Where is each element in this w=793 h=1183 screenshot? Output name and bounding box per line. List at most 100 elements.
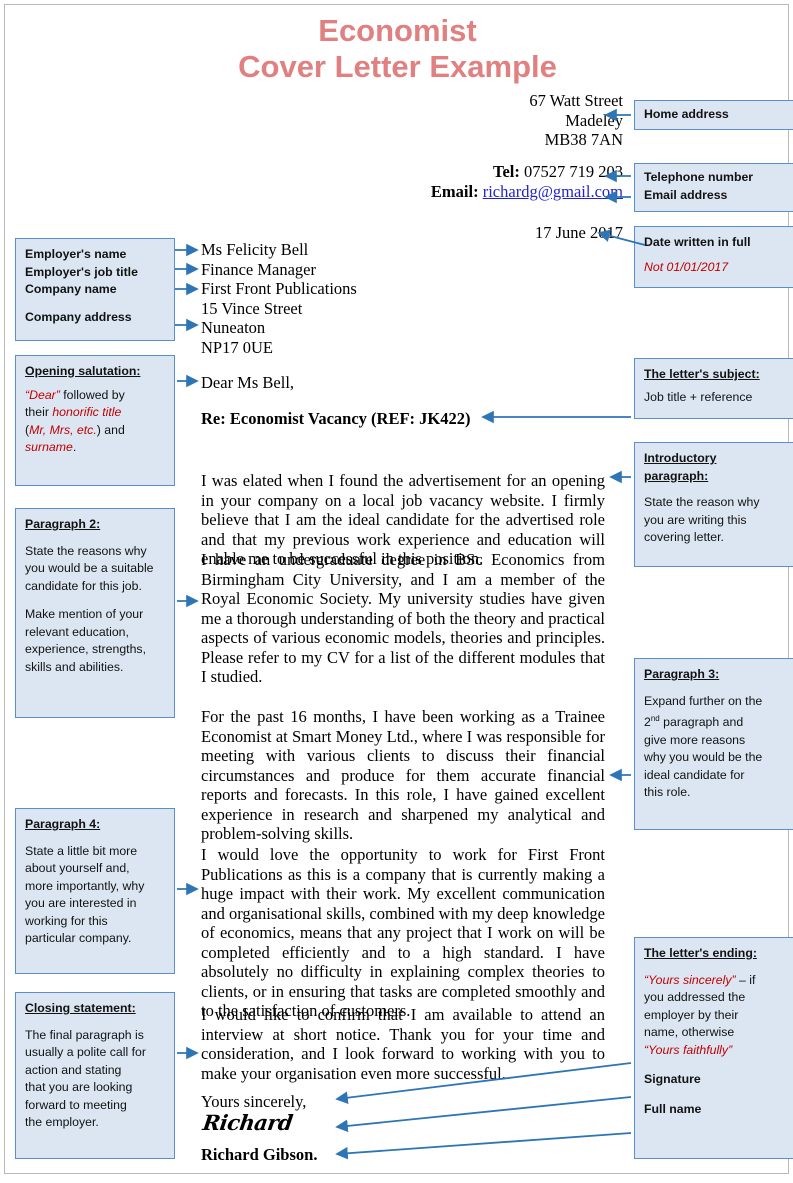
note-para4-line-3: more importantly, why	[25, 878, 145, 893]
note-ending-line-5: “Yours faithfully”	[644, 1042, 733, 1057]
note-ending-line-2: you addressed the	[644, 990, 746, 1004]
letter-subject: Re: Economist Vacancy (REF: JK422)	[201, 409, 471, 428]
note-intro-heading-2: paragraph:	[644, 468, 709, 483]
note-subject-body: Job title + reference	[644, 389, 753, 404]
page-title: Economist Cover Letter Example	[5, 13, 790, 85]
note-para2-line-4: Make mention of your	[25, 607, 144, 621]
note-para2-heading: Paragraph 2:	[25, 517, 101, 531]
document-page: Economist Cover Letter Example 67 Watt S…	[4, 4, 793, 1174]
note-para3-line-4: why you would be the	[644, 750, 763, 765]
recipient-line: 15 Vince Street	[201, 298, 303, 318]
note-ending-line-3: employer by their	[644, 1007, 739, 1022]
note-home-address-label: Home address	[644, 107, 729, 121]
note-date: Date written in full Not 01/01/2017	[634, 226, 793, 288]
note-para2-line-7: skills and abilities.	[25, 659, 124, 674]
note-ending-line-4: name, otherwise	[644, 1025, 735, 1039]
note-subject-heading: The letter's subject:	[644, 367, 760, 381]
signature-image: Richard	[201, 1110, 295, 1135]
note-closing-line-1: The final paragraph is	[25, 1027, 144, 1042]
title-line-2: Cover Letter Example	[238, 49, 557, 84]
note-paragraph-3: Paragraph 3: Expand further on the 2nd p…	[634, 658, 793, 830]
note-paragraph-2: Paragraph 2: State the reasons why you w…	[15, 508, 175, 718]
note-para4-line-4: you are interested in	[25, 896, 137, 910]
note-employer: Employer's name Employer's job title Com…	[15, 238, 175, 341]
home-address-line: 67 Watt Street	[529, 91, 623, 110]
letter-paragraph-4: I would love the opportunity to work for…	[201, 845, 605, 1020]
title-line-1: Economist	[318, 13, 477, 48]
note-closing-heading: Closing statement:	[25, 1001, 136, 1015]
home-address-line: Madeley	[565, 110, 623, 130]
email-value[interactable]: richardg@gmail.com	[483, 182, 623, 201]
telephone-value: 07527 719 203	[524, 162, 623, 181]
note-email-label: Email address	[644, 187, 728, 202]
recipient-block: Ms Felicity Bell Finance Manager First F…	[201, 240, 501, 357]
note-closing-line-5: forward to meeting	[25, 1097, 127, 1112]
note-intro-line-2: you are writing this	[644, 512, 747, 527]
letter-paragraph-3: For the past 16 months, I have been work…	[201, 707, 605, 843]
note-para2-line-5: relevant education,	[25, 624, 129, 639]
note-employer-name: Employer's name	[25, 247, 127, 261]
note-date-warning: Not 01/01/2017	[644, 259, 729, 274]
note-telephone-label: Telephone number	[644, 170, 754, 184]
note-paragraph-4: Paragraph 4: State a little bit more abo…	[15, 808, 175, 974]
recipient-line: Ms Felicity Bell	[201, 240, 309, 259]
note-employer-jobtitle: Employer's job title	[25, 264, 138, 279]
note-para4-line-5: working for this	[25, 913, 108, 928]
note-fullname-label: Full name	[644, 1101, 702, 1116]
note-closing-line-4: that you are looking	[25, 1080, 133, 1094]
note-para4-heading: Paragraph 4:	[25, 817, 101, 831]
note-para2-line-6: experience, strengths,	[25, 642, 146, 656]
note-letter-ending: The letter's ending: “Yours sincerely” –…	[634, 937, 793, 1159]
signature-text: Richard	[201, 1110, 295, 1135]
email-label: Email:	[430, 181, 479, 201]
note-para4-line-6: particular company.	[25, 931, 132, 945]
note-closing-line-3: action and stating	[25, 1062, 122, 1077]
email-line: Email: richardg@gmail.com	[335, 182, 623, 202]
letter-paragraph-2: I have an undergraduate degree in BSc Ec…	[201, 550, 605, 686]
home-address-block: 67 Watt Street Madeley MB38 7AN	[385, 91, 623, 150]
note-para2-line-2: you would be a suitable	[25, 561, 154, 575]
letter-paragraph-5: I would like to confirm that I am availa…	[201, 1005, 605, 1083]
arrow-signature	[335, 1096, 632, 1133]
contact-block: Tel: 07527 719 203 Email: richardg@gmail…	[335, 162, 623, 201]
note-salutation-line-4: surname.	[25, 440, 77, 454]
note-ending-heading: The letter's ending:	[644, 946, 757, 960]
recipient-line: NP17 0UE	[201, 337, 273, 357]
note-intro-line-3: covering letter.	[644, 530, 724, 544]
note-intro-heading-1: Introductory	[644, 451, 717, 465]
note-closing-statement: Closing statement: The final paragraph i…	[15, 992, 175, 1159]
recipient-line: First Front Publications	[201, 279, 357, 298]
note-date-heading: Date written in full	[644, 235, 751, 249]
note-closing-line-6: the employer.	[25, 1115, 99, 1129]
note-salutation-line-1: “Dear” followed by	[25, 387, 125, 402]
note-para2-spacer	[25, 595, 165, 606]
telephone-line: Tel: 07527 719 203	[335, 162, 623, 182]
note-closing-line-2: usually a polite call for	[25, 1045, 146, 1059]
note-para3-line-5: ideal candidate for	[644, 767, 745, 782]
note-para2-line-1: State the reasons why	[25, 543, 147, 558]
note-para2-line-3: candidate for this job.	[25, 578, 142, 593]
note-home-address: Home address	[634, 100, 793, 130]
note-salutation-line-2: their honorific title	[25, 405, 122, 419]
telephone-label: Tel:	[492, 162, 520, 181]
note-para4-line-1: State a little bit more	[25, 843, 138, 858]
note-company-address: Company address	[25, 309, 132, 324]
letter-fullname: Richard Gibson.	[201, 1145, 318, 1164]
note-contact: Telephone number Email address	[634, 163, 793, 212]
note-para3-heading: Paragraph 3:	[644, 667, 720, 681]
note-intro-line-1: State the reason why	[644, 495, 760, 509]
letter-salutation: Dear Ms Bell,	[201, 373, 295, 392]
note-opening-salutation: Opening salutation: “Dear” followed by t…	[15, 355, 175, 486]
note-salutation-line-3: (Mr, Mrs, etc.) and	[25, 422, 125, 437]
note-intro-paragraph: Introductory paragraph: State the reason…	[634, 442, 793, 567]
note-signature-label: Signature	[644, 1072, 701, 1086]
note-company-name: Company name	[25, 282, 117, 296]
letter-signoff: Yours sincerely,	[201, 1092, 307, 1111]
arrow-fullname	[335, 1132, 632, 1160]
note-para3-line-1: Expand further on the	[644, 693, 763, 708]
note-subject: The letter's subject: Job title + refere…	[634, 358, 793, 419]
note-para3-line-2: 2nd paragraph and	[644, 714, 744, 730]
note-para4-line-2: about yourself and,	[25, 861, 130, 875]
recipient-line: Finance Manager	[201, 259, 316, 279]
recipient-line: Nuneaton	[201, 318, 266, 337]
